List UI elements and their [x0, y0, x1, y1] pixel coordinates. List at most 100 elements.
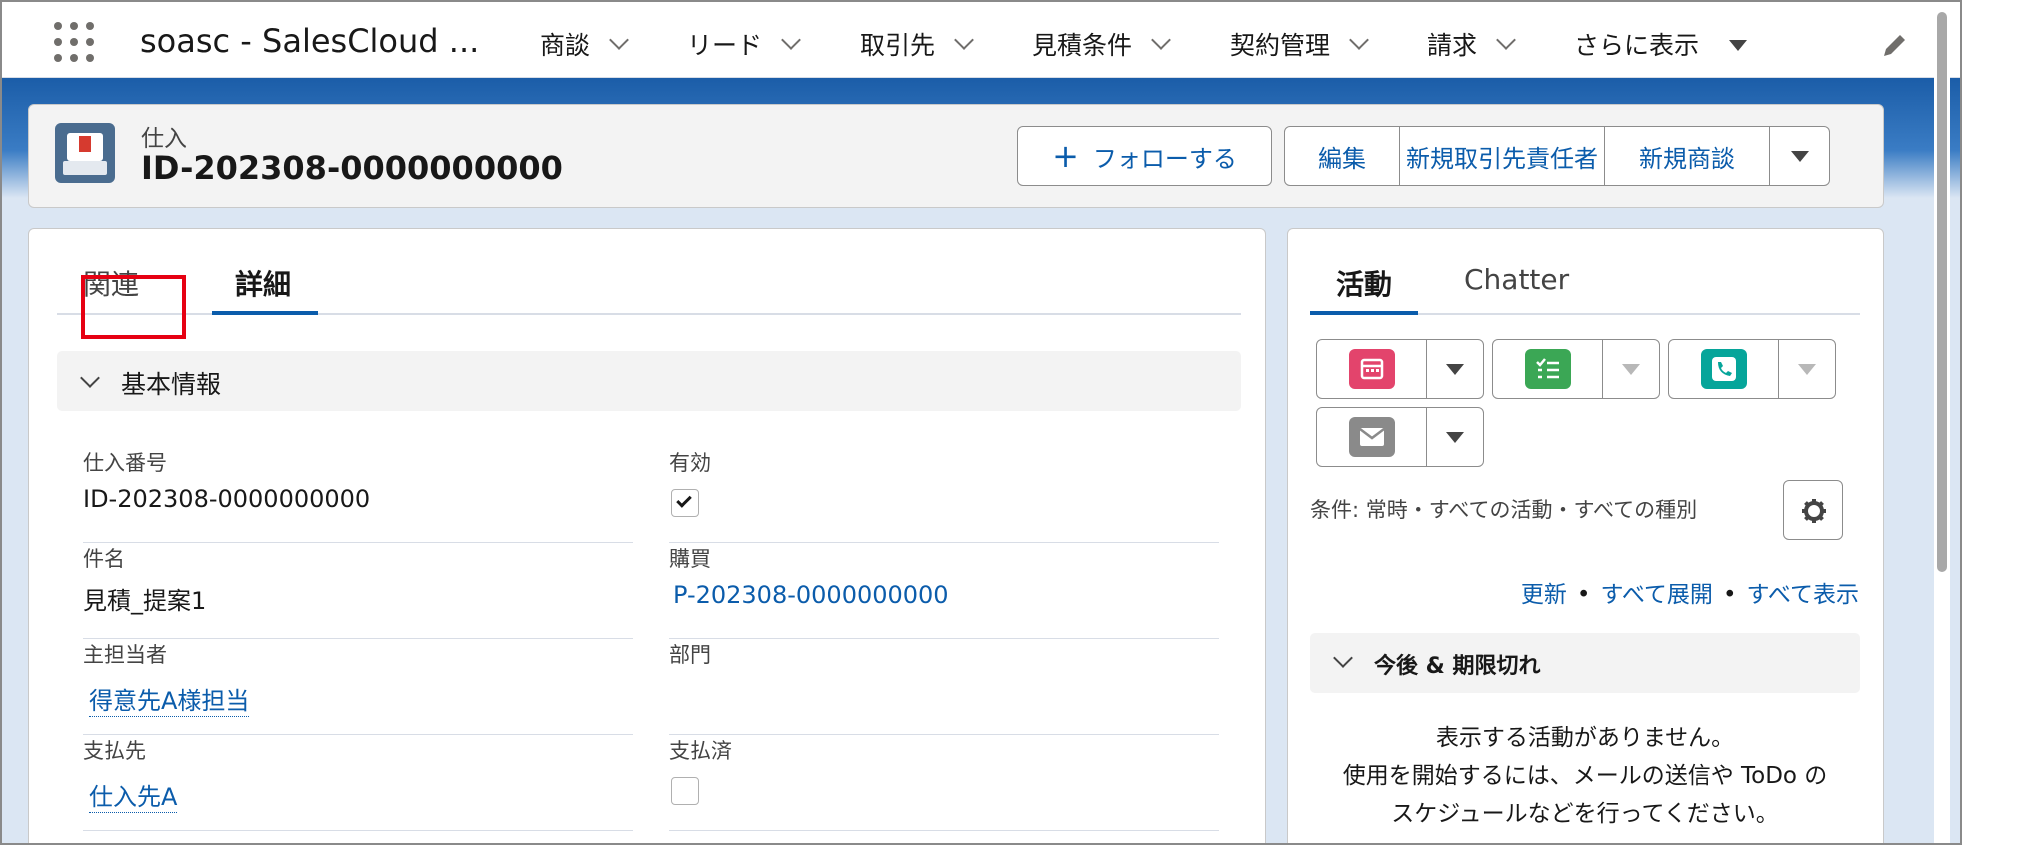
field-active: 有効: [669, 447, 1219, 543]
log-call-dropdown[interactable]: [1779, 340, 1835, 398]
new-task-button[interactable]: [1493, 340, 1603, 398]
caret-down-icon: [1790, 150, 1809, 162]
separator: •: [1722, 582, 1737, 608]
action-button-group: 編集 新規取引先責任者 新規商談: [1284, 126, 1830, 186]
nav-item-label: 商談: [540, 31, 591, 60]
chevron-down-icon: [1333, 648, 1353, 668]
nav-item-accounts[interactable]: 取引先: [860, 26, 974, 62]
nav-item-opportunities[interactable]: 商談: [540, 26, 629, 62]
empty-activity-message: 表示する活動がありません。 使用を開始するには、メールの送信や ToDo の ス…: [1310, 719, 1860, 833]
field-label: 部門: [669, 643, 711, 667]
phone-icon: [1700, 349, 1747, 389]
paid-checkbox: [671, 777, 699, 805]
page-scrollbar[interactable]: [1934, 2, 1950, 843]
tab-activity[interactable]: 活動: [1336, 263, 1392, 303]
field-subject: 件名 見積_提案1: [83, 543, 633, 639]
edit-nav-pencil-icon[interactable]: [1880, 30, 1910, 60]
tab-details[interactable]: 詳細: [235, 263, 291, 303]
send-email-button[interactable]: [1317, 408, 1427, 466]
object-label: 仕入: [141, 126, 187, 152]
empty-line: スケジュールなどを行ってください。: [1391, 801, 1779, 827]
new-contact-button[interactable]: 新規取引先責任者: [1400, 126, 1605, 186]
owner-link[interactable]: 得意先A様担当: [89, 681, 250, 717]
nav-item-label: 取引先: [860, 31, 936, 60]
new-event-button[interactable]: [1317, 340, 1427, 398]
field-value: ID-202308-0000000000: [83, 485, 371, 513]
record-title: ID-202308-0000000000: [141, 149, 563, 187]
global-navigation: soasc - SalesCloud ... 商談 リード 取引先 見積条件 契…: [2, 2, 1960, 78]
record-header: 仕入 ID-202308-0000000000 + フォローする 編集 新規取引…: [28, 104, 1884, 208]
more-actions-button[interactable]: [1770, 126, 1830, 186]
calendar-icon: [1348, 349, 1395, 389]
section-basic-info[interactable]: 基本情報: [57, 351, 1241, 411]
purchase-link[interactable]: P-202308-0000000000: [673, 581, 949, 609]
caret-down-icon: [1622, 363, 1640, 375]
nav-item-quote-terms[interactable]: 見積条件: [1032, 26, 1171, 62]
chevron-down-icon: [80, 368, 100, 388]
chevron-down-icon[interactable]: [1151, 30, 1171, 50]
active-tab-indicator: [212, 311, 318, 315]
expand-all-link[interactable]: すべて展開: [1600, 582, 1712, 608]
caret-down-icon: [1446, 431, 1464, 443]
nav-item-label: 請求: [1427, 31, 1478, 60]
plus-icon: +: [1052, 137, 1079, 175]
show-all-link[interactable]: すべて表示: [1747, 582, 1859, 608]
activity-links: 更新 • すべて展開 • すべて表示: [1521, 575, 1859, 609]
section-upcoming-overdue[interactable]: 今後 & 期限切れ: [1310, 633, 1860, 693]
new-opportunity-button[interactable]: 新規商談: [1605, 126, 1770, 186]
field-label: 有効: [669, 451, 711, 475]
section-title: 基本情報: [121, 370, 222, 399]
chevron-down-icon[interactable]: [1496, 30, 1516, 50]
purchase-basket-icon: [55, 123, 115, 183]
nav-item-more[interactable]: さらに表示: [1574, 26, 1748, 62]
new-task-button-group: [1492, 339, 1660, 399]
separator: •: [1576, 582, 1591, 608]
edit-button[interactable]: 編集: [1284, 126, 1400, 186]
chevron-down-icon[interactable]: [954, 30, 974, 50]
nav-item-leads[interactable]: リード: [687, 26, 801, 62]
field-label: 件名: [83, 547, 125, 571]
scrollbar-thumb[interactable]: [1937, 12, 1947, 572]
nav-item-label: 見積条件: [1032, 31, 1133, 60]
chevron-down-icon[interactable]: [1349, 30, 1369, 50]
field-label: 購買: [669, 547, 711, 571]
app-window: soasc - SalesCloud ... 商談 リード 取引先 見積条件 契…: [0, 0, 1962, 845]
refresh-link[interactable]: 更新: [1521, 582, 1567, 608]
activity-settings-button[interactable]: [1783, 480, 1843, 540]
empty-line: 使用を開始するには、メールの送信や ToDo の: [1342, 763, 1828, 789]
field-label: 支払先: [83, 739, 146, 763]
caret-down-icon: [1446, 363, 1464, 375]
caret-down-icon[interactable]: [1729, 39, 1748, 51]
follow-button[interactable]: + フォローする: [1017, 126, 1272, 186]
chevron-down-icon[interactable]: [781, 30, 801, 50]
nav-item-contracts[interactable]: 契約管理: [1230, 26, 1369, 62]
field-department: 部門: [669, 639, 1219, 735]
record-detail-panel: 関連 詳細 基本情報 仕入番号 ID-202308-0000000000 有効 …: [28, 228, 1266, 843]
log-call-button[interactable]: [1669, 340, 1779, 398]
chevron-down-icon[interactable]: [609, 30, 629, 50]
nav-item-label: 契約管理: [1230, 31, 1331, 60]
activity-filter-text: 条件: 常時・すべての活動・すべての種別: [1310, 498, 1698, 522]
checkmark-icon: [676, 492, 692, 508]
log-call-button-group: [1668, 339, 1836, 399]
nav-item-label: リード: [687, 31, 763, 60]
payee-link[interactable]: 仕入先A: [89, 777, 178, 813]
send-email-dropdown[interactable]: [1427, 408, 1483, 466]
nav-item-billing[interactable]: 請求: [1427, 26, 1516, 62]
caret-down-icon: [1798, 363, 1816, 375]
new-event-button-group: [1316, 339, 1484, 399]
record-tabs: 関連 詳細: [57, 255, 1241, 339]
new-event-dropdown[interactable]: [1427, 340, 1483, 398]
empty-line: 表示する活動がありません。: [1435, 725, 1735, 751]
section-title: 今後 & 期限切れ: [1374, 654, 1541, 679]
field-label: 仕入番号: [83, 451, 167, 475]
email-icon: [1348, 417, 1395, 457]
new-task-dropdown[interactable]: [1603, 340, 1659, 398]
task-icon: [1524, 349, 1571, 389]
field-owner: 主担当者 得意先A様担当: [83, 639, 633, 735]
field-label: 支払済: [669, 739, 732, 763]
tab-chatter[interactable]: Chatter: [1464, 263, 1569, 296]
app-launcher-icon[interactable]: [54, 22, 98, 62]
field-value: 見積_提案1: [83, 587, 207, 615]
send-email-button-group: [1316, 407, 1484, 467]
